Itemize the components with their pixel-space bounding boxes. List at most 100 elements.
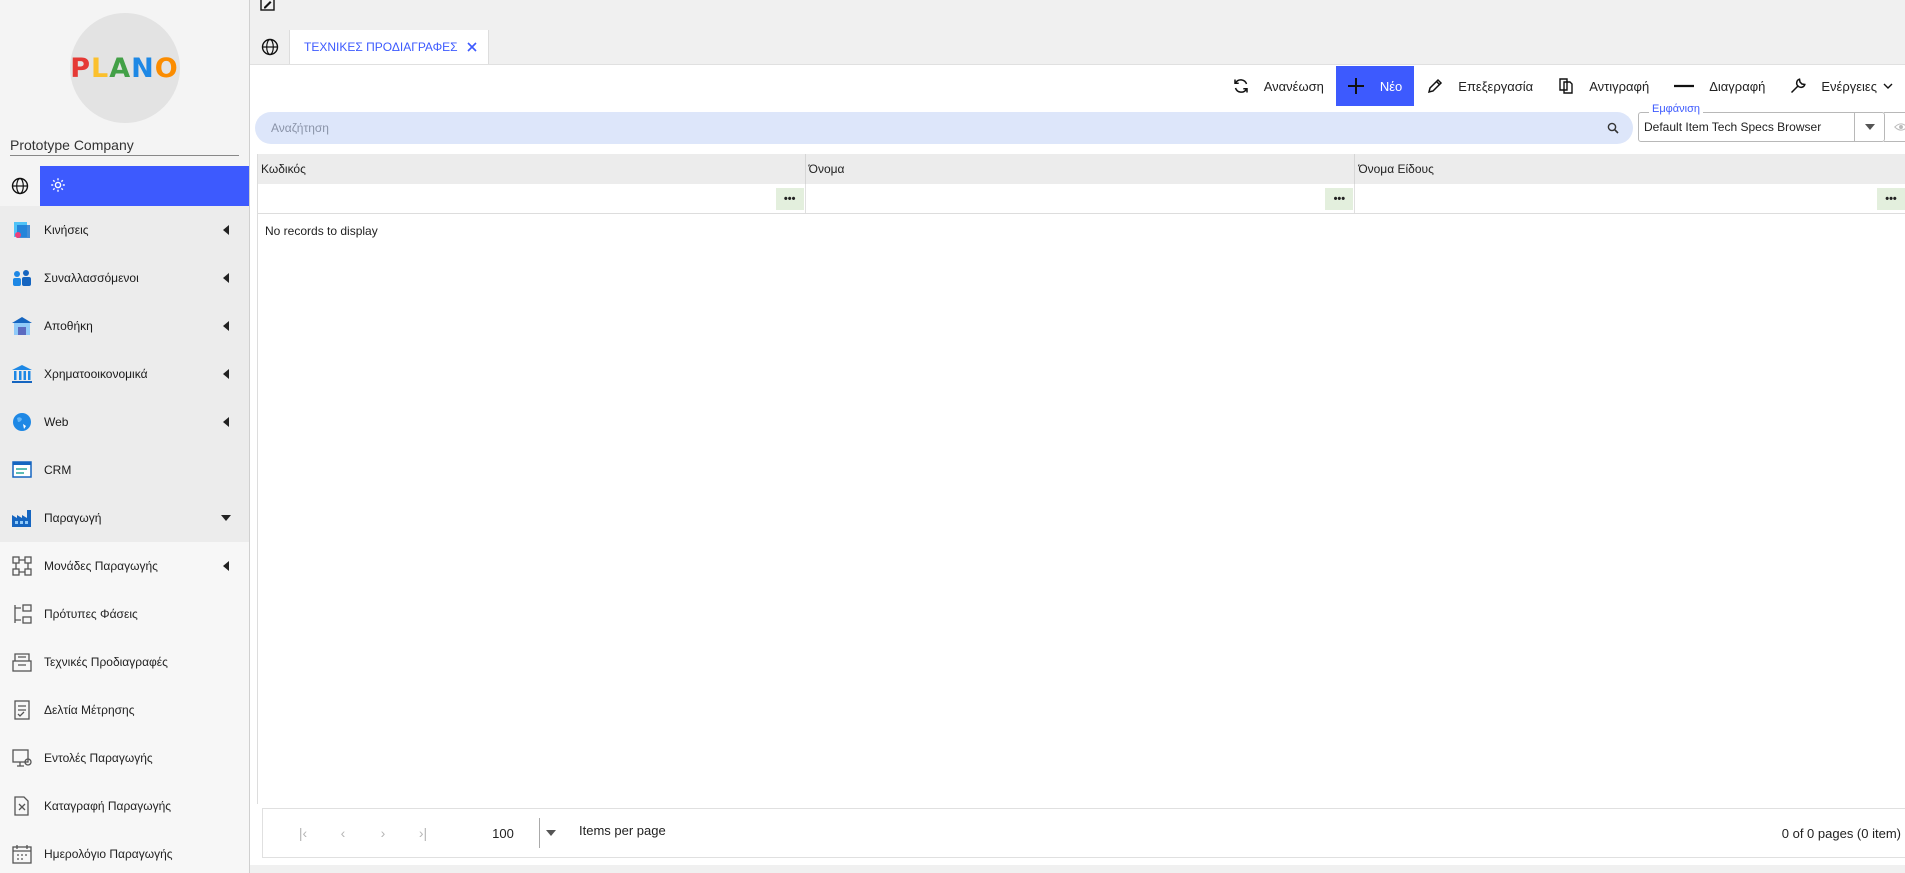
- appearance-value: Default Item Tech Specs Browser: [1644, 120, 1822, 134]
- search-bar[interactable]: [255, 112, 1633, 144]
- bank-icon: [10, 362, 34, 386]
- tech-specs-icon: [10, 650, 34, 674]
- sidebar-subitem-template-phases[interactable]: Πρότυπες Φάσεις: [0, 590, 249, 638]
- top-bar: [250, 0, 1905, 30]
- logo-letter: A: [109, 52, 132, 84]
- sidebar-item-label: Αποθήκη: [44, 319, 93, 333]
- filter-options-button[interactable]: •••: [1325, 188, 1354, 210]
- sidebar-item-finance[interactable]: Χρηματοοικονομικά: [0, 350, 249, 398]
- expand-caret-icon: [223, 369, 229, 379]
- minus-icon: [1673, 77, 1695, 95]
- search-icon[interactable]: [1607, 122, 1619, 134]
- edit-note-icon[interactable]: [260, 0, 276, 15]
- copy-icon: [1557, 77, 1575, 95]
- sidebar-subitem-production-calendar[interactable]: Ημερολόγιο Παραγωγής: [0, 830, 249, 873]
- next-page-icon[interactable]: ›: [363, 825, 403, 841]
- logo: P L A N O: [69, 13, 180, 123]
- wrench-icon: [1789, 77, 1807, 95]
- people-icon: [10, 266, 34, 290]
- search-input[interactable]: [271, 121, 1607, 135]
- last-page-icon[interactable]: ›|: [403, 825, 443, 841]
- edit-button[interactable]: Επεξεργασία: [1414, 66, 1545, 106]
- sidebar-item-contacts[interactable]: Συναλλασσόμενοι: [0, 254, 249, 302]
- copy-button[interactable]: Αντιγραφή: [1545, 66, 1661, 106]
- logo-letter: O: [154, 52, 179, 84]
- sidebar-item-label: Κινήσεις: [44, 223, 89, 237]
- settings-button[interactable]: [40, 166, 249, 206]
- copy-label: Αντιγραφή: [1589, 78, 1650, 94]
- new-button[interactable]: Νέο: [1335, 66, 1415, 106]
- pencil-icon: [1426, 77, 1444, 95]
- refresh-button[interactable]: Ανανέωση: [1220, 66, 1336, 106]
- tab-tech-specs[interactable]: ΤΕΧΝΙΚΕΣ ΠΡΟΔΙΑΓΡΑΦΕΣ: [290, 30, 489, 64]
- items-per-page-label: Items per page: [579, 822, 666, 838]
- column-header-name[interactable]: Όνομα: [806, 154, 1356, 184]
- sidebar-item-label: Ημερολόγιο Παραγωγής: [44, 847, 173, 861]
- close-icon[interactable]: [466, 41, 478, 53]
- orders-icon: [10, 746, 34, 770]
- expand-caret-icon: [223, 225, 229, 235]
- sidebar-top-bar: [0, 166, 249, 206]
- tabs-globe-icon[interactable]: [250, 30, 290, 64]
- sidebar-item-production[interactable]: Παραγωγή: [0, 494, 249, 542]
- language-globe-icon[interactable]: [0, 166, 40, 206]
- actions-label: Ενέργειες: [1821, 78, 1877, 94]
- tab-label: ΤΕΧΝΙΚΕΣ ΠΡΟΔΙΑΓΡΑΦΕΣ: [304, 40, 458, 54]
- factory-icon: [10, 506, 34, 530]
- calendar-icon: [10, 842, 34, 866]
- column-header-code[interactable]: Κωδικός: [258, 154, 806, 184]
- expand-caret-icon: [223, 417, 229, 427]
- globe-color-icon: [10, 410, 34, 434]
- logo-letter: P: [70, 52, 92, 84]
- column-header-item-name[interactable]: Όνομα Είδους: [1355, 154, 1905, 184]
- data-grid: Κωδικός Όνομα Όνομα Είδους ••• ••• ••• N…: [257, 154, 1905, 804]
- sidebar-subitem-production-recording[interactable]: Καταγραφή Παραγωγής: [0, 782, 249, 830]
- pager: |‹ ‹ › ›| 100 Items per page 0 of 0 page…: [262, 808, 1905, 858]
- sidebar-item-label: Μονάδες Παραγωγής: [44, 559, 158, 573]
- appearance-label: Εμφάνιση: [1649, 103, 1704, 115]
- prev-page-icon[interactable]: ‹: [323, 825, 363, 841]
- main-area: ΤΕΧΝΙΚΕΣ ΠΡΟΔΙΑΓΡΑΦΕΣ Ανανέωση Νέο Επεξε…: [250, 0, 1905, 873]
- sidebar-item-label: Πρότυπες Φάσεις: [44, 607, 138, 621]
- filter-options-button[interactable]: •••: [1877, 188, 1905, 210]
- filter-cell-name[interactable]: •••: [806, 184, 1356, 213]
- warehouse-icon: [10, 314, 34, 338]
- sidebar-item-warehouse[interactable]: Αποθήκη: [0, 302, 249, 350]
- recording-icon: [10, 794, 34, 818]
- sidebar-item-web[interactable]: Web: [0, 398, 249, 446]
- crm-icon: [10, 458, 34, 482]
- filter-cell-code[interactable]: •••: [258, 184, 806, 213]
- pager-nav: |‹ ‹ › ›|: [283, 825, 443, 841]
- sidebar-subitem-measurement-sheets[interactable]: Δελτία Μέτρησης: [0, 686, 249, 734]
- search-row: Εμφάνιση Default Item Tech Specs Browser: [250, 103, 1905, 149]
- refresh-label: Ανανέωση: [1263, 78, 1324, 94]
- sidebar-item-label: Καταγραφή Παραγωγής: [44, 799, 172, 813]
- expand-caret-icon: [223, 321, 229, 331]
- sidebar-item-transactions[interactable]: Κινήσεις: [0, 206, 249, 254]
- first-page-icon[interactable]: |‹: [283, 825, 323, 841]
- sidebar-item-crm[interactable]: CRM: [0, 446, 249, 494]
- filter-cell-item-name[interactable]: •••: [1355, 184, 1905, 213]
- sidebar-item-label: Συναλλασσόμενοι: [44, 271, 139, 285]
- company-selector[interactable]: Prototype Company: [10, 136, 239, 156]
- delete-button[interactable]: Διαγραφή: [1661, 66, 1777, 106]
- eye-icon[interactable]: [1884, 112, 1905, 142]
- measurement-icon: [10, 698, 34, 722]
- sidebar: P L A N O Prototype Company Κινήσεις Συν…: [0, 0, 250, 873]
- filter-options-button[interactable]: •••: [775, 188, 804, 210]
- dropdown-arrow-icon[interactable]: [1854, 113, 1884, 141]
- grid-header: Κωδικός Όνομα Όνομα Είδους: [258, 154, 1905, 184]
- empty-message: No records to display: [265, 224, 378, 238]
- page-size-dropdown-icon[interactable]: [539, 818, 561, 848]
- logo-letter: L: [91, 52, 110, 84]
- toolbar: Ανανέωση Νέο Επεξεργασία Αντιγραφή Διαγρ…: [250, 65, 1905, 107]
- sidebar-subitem-production-orders[interactable]: Εντολές Παραγωγής: [0, 734, 249, 782]
- page-size-value[interactable]: 100: [473, 826, 533, 841]
- actions-button[interactable]: Ενέργειες: [1777, 66, 1905, 106]
- new-label: Νέο: [1379, 78, 1403, 94]
- sidebar-subitem-tech-specs[interactable]: Τεχνικές Προδιαγραφές: [0, 638, 249, 686]
- pager-info: 0 of 0 pages (0 item): [1781, 825, 1901, 841]
- appearance-select[interactable]: Εμφάνιση Default Item Tech Specs Browser: [1638, 103, 1885, 142]
- sidebar-subitem-production-units[interactable]: Μονάδες Παραγωγής: [0, 542, 249, 590]
- sidebar-item-label: Εντολές Παραγωγής: [44, 751, 153, 765]
